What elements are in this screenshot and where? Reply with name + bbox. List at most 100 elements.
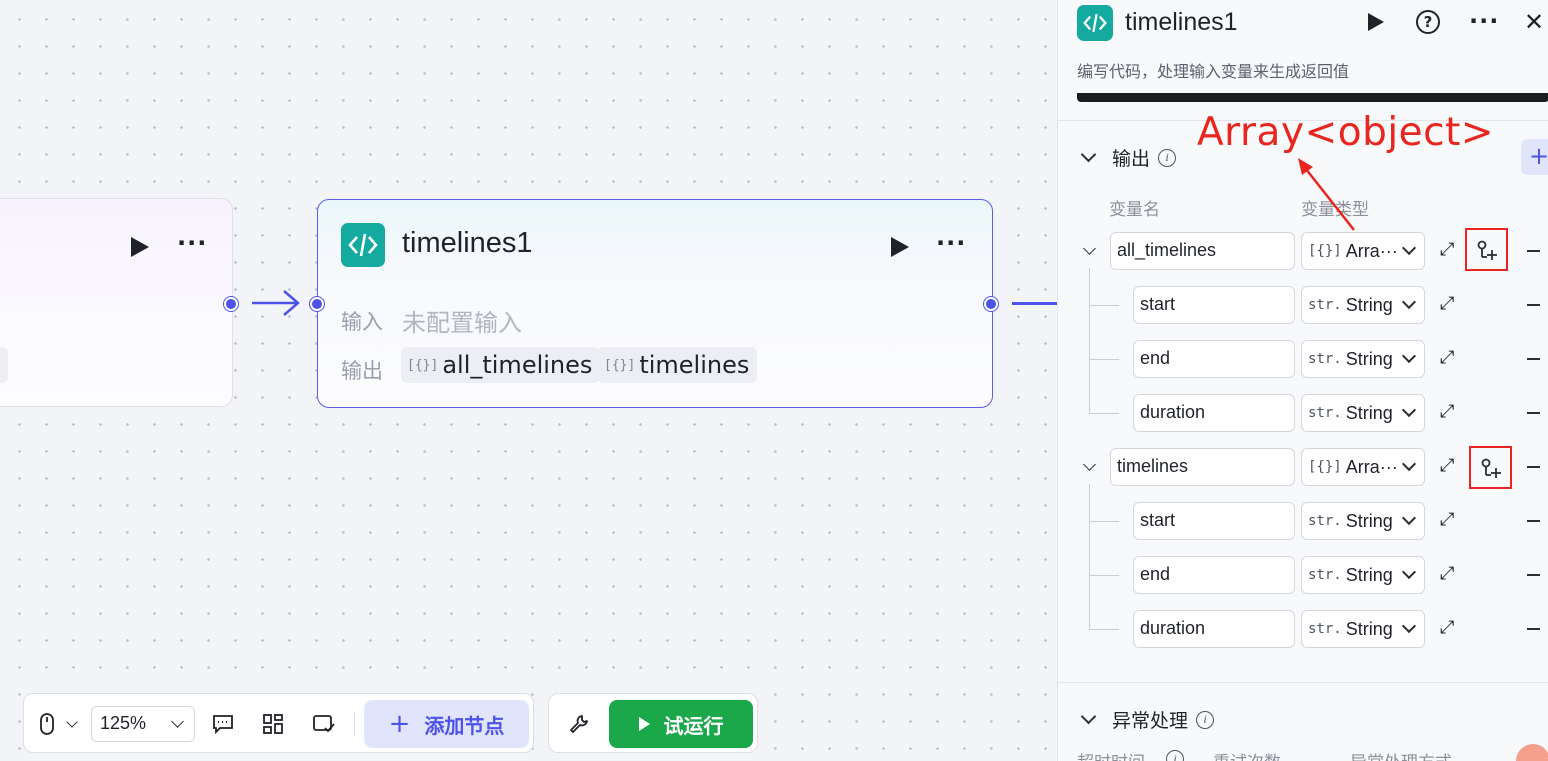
run-icon[interactable] bbox=[1368, 13, 1384, 31]
output-port[interactable] bbox=[224, 297, 238, 311]
variable-name-input[interactable]: end bbox=[1133, 556, 1295, 594]
collapse-chevron-icon[interactable] bbox=[1083, 458, 1096, 471]
string-icon: str. bbox=[1308, 621, 1342, 637]
chevron-down-icon[interactable] bbox=[66, 716, 78, 728]
code-editor-edge bbox=[1077, 93, 1548, 102]
exception-section-header[interactable]: 异常处理 i bbox=[1079, 706, 1215, 733]
chevron-down-icon bbox=[171, 715, 184, 728]
variable-type-select[interactable]: str. String bbox=[1301, 286, 1425, 324]
output-section-header[interactable]: 输出 i bbox=[1079, 144, 1177, 171]
exception-section-title: 异常处理 bbox=[1112, 710, 1189, 732]
remove-icon[interactable] bbox=[1527, 412, 1540, 414]
panel-description: 编写代码，处理输入变量来生成返回值 bbox=[1077, 62, 1350, 81]
variable-type-select[interactable]: str. String bbox=[1301, 556, 1425, 594]
expand-icon[interactable]: ⤢ bbox=[1440, 293, 1454, 314]
chevron-down-icon bbox=[1401, 240, 1417, 256]
array-object-icon: [{}] bbox=[407, 357, 439, 373]
add-child-variable-button[interactable] bbox=[1465, 228, 1508, 271]
col-header-timeout: 超时时间 bbox=[1077, 748, 1145, 761]
expand-icon[interactable]: ⤢ bbox=[1440, 509, 1454, 530]
variable-name-input[interactable]: end bbox=[1133, 340, 1295, 378]
plus-icon: + bbox=[388, 709, 411, 739]
expand-icon[interactable]: ⤢ bbox=[1440, 617, 1454, 638]
collapse-chevron-icon[interactable] bbox=[1083, 242, 1096, 255]
help-icon[interactable]: ? bbox=[1416, 10, 1440, 34]
string-icon: str. bbox=[1308, 351, 1342, 367]
variable-name-input[interactable]: duration bbox=[1133, 394, 1295, 432]
variable-type-select[interactable]: str. String bbox=[1301, 340, 1425, 378]
add-node-button[interactable]: + 添加节点 bbox=[364, 700, 529, 748]
input-label: 输入 bbox=[341, 310, 383, 334]
minimap-icon[interactable] bbox=[313, 714, 335, 734]
divider bbox=[1058, 682, 1548, 683]
more-icon[interactable]: ··· bbox=[177, 231, 207, 255]
remove-icon[interactable] bbox=[1527, 250, 1540, 252]
zoom-select[interactable]: 125% bbox=[91, 706, 195, 742]
variable-name-input[interactable]: all_timelines bbox=[1110, 232, 1295, 270]
chevron-down-icon bbox=[1401, 402, 1417, 418]
variable-type-select[interactable]: str. String bbox=[1301, 610, 1425, 648]
remove-icon[interactable] bbox=[1527, 574, 1540, 576]
string-icon: str. bbox=[1308, 567, 1342, 583]
mouse-icon[interactable] bbox=[40, 713, 54, 735]
tree-line bbox=[1089, 413, 1119, 414]
remove-icon[interactable] bbox=[1527, 304, 1540, 306]
annotation-label: Array<object> bbox=[1197, 110, 1495, 155]
layout-icon[interactable] bbox=[263, 714, 283, 734]
info-icon[interactable]: i bbox=[1196, 710, 1215, 729]
info-icon[interactable]: i bbox=[1158, 148, 1177, 167]
output-port[interactable] bbox=[984, 297, 998, 311]
variable-type-select[interactable]: str. String bbox=[1301, 502, 1425, 540]
tree-line bbox=[1089, 521, 1119, 522]
expand-icon[interactable]: ⤢ bbox=[1440, 455, 1454, 476]
code-node-timelines1[interactable]: timelines1 ··· 输入 未配置输入 输出 [{}] all_timel… bbox=[317, 199, 993, 408]
string-icon: str. bbox=[1308, 297, 1342, 313]
code-icon bbox=[341, 223, 385, 267]
chevron-down-icon bbox=[1080, 708, 1097, 725]
chevron-down-icon bbox=[1401, 510, 1417, 526]
chevron-down-icon bbox=[1401, 294, 1417, 310]
previous-node[interactable]: ··· bbox=[0, 198, 233, 407]
array-object-icon: [{}] bbox=[1308, 243, 1342, 259]
remove-icon[interactable] bbox=[1527, 628, 1540, 630]
input-port[interactable] bbox=[310, 297, 324, 311]
close-icon[interactable]: ✕ bbox=[1524, 8, 1544, 36]
run-toolbar: 试运行 bbox=[548, 693, 758, 753]
more-icon[interactable]: ··· bbox=[936, 231, 966, 255]
info-icon[interactable]: i bbox=[1166, 750, 1184, 761]
tree-line bbox=[1089, 484, 1090, 629]
wrench-icon[interactable] bbox=[569, 714, 589, 734]
expand-icon[interactable]: ⤢ bbox=[1440, 239, 1454, 260]
run-node-icon[interactable] bbox=[131, 237, 149, 257]
panel-title: timelines1 bbox=[1125, 8, 1238, 36]
annotation-arrow bbox=[1298, 158, 1355, 231]
variable-name-input[interactable]: timelines bbox=[1110, 448, 1295, 486]
test-run-button[interactable]: 试运行 bbox=[609, 700, 753, 748]
remove-icon[interactable] bbox=[1527, 520, 1540, 522]
add-child-variable-button[interactable] bbox=[1469, 446, 1512, 489]
variable-type-select[interactable]: [{}] Arra··· bbox=[1301, 232, 1425, 270]
string-icon: str. bbox=[1308, 513, 1342, 529]
expand-icon[interactable]: ⤢ bbox=[1440, 401, 1454, 422]
remove-icon[interactable] bbox=[1527, 358, 1540, 360]
canvas-toolbar: 125% + 添加节点 bbox=[23, 693, 534, 753]
variable-type-select[interactable]: [{}] Arra··· bbox=[1301, 448, 1425, 486]
node-title: timelines1 bbox=[402, 227, 533, 259]
variable-name-input[interactable]: start bbox=[1133, 502, 1295, 540]
comment-icon[interactable] bbox=[212, 714, 234, 734]
more-icon[interactable]: ··· bbox=[1469, 9, 1499, 33]
remove-icon[interactable] bbox=[1527, 466, 1540, 468]
help-bubble[interactable] bbox=[1516, 744, 1548, 761]
expand-icon[interactable]: ⤢ bbox=[1440, 563, 1454, 584]
array-object-icon: [{}] bbox=[1308, 459, 1342, 475]
add-output-button[interactable]: + bbox=[1521, 139, 1548, 175]
array-object-icon: [{}] bbox=[604, 357, 636, 373]
variable-name-input[interactable]: start bbox=[1133, 286, 1295, 324]
chevron-down-icon bbox=[1401, 348, 1417, 364]
input-value: 未配置输入 bbox=[402, 309, 522, 337]
expand-icon[interactable]: ⤢ bbox=[1440, 347, 1454, 368]
run-node-icon[interactable] bbox=[891, 237, 909, 257]
string-icon: str. bbox=[1308, 405, 1342, 421]
variable-name-input[interactable]: duration bbox=[1133, 610, 1295, 648]
variable-type-select[interactable]: str. String bbox=[1301, 394, 1425, 432]
